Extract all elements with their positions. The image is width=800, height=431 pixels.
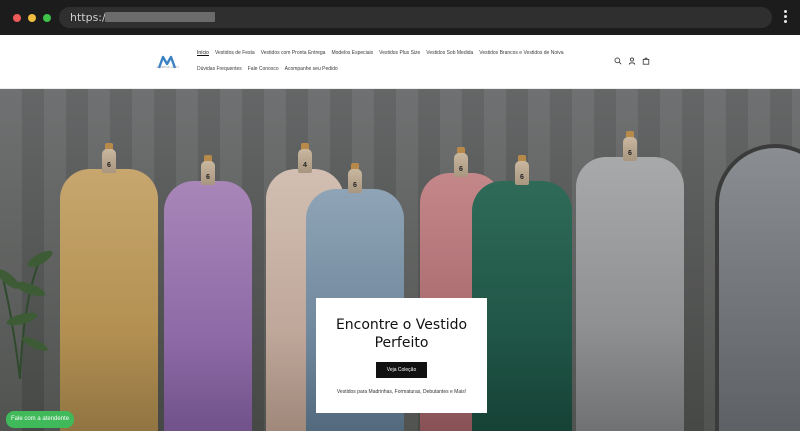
brand-logo-text: MONICA LUCY <box>156 65 180 69</box>
browser-chrome: https:// <box>0 0 800 35</box>
header-icons <box>614 57 650 65</box>
cart-icon[interactable] <box>642 57 650 65</box>
dress-gold[interactable]: 6 <box>60 143 158 431</box>
nav-item-inicio[interactable]: Início <box>194 48 212 58</box>
nav-item-modelos-especiais[interactable]: Modelos Especiais <box>328 48 376 58</box>
nav-item-acompanhe-pedido[interactable]: Acompanhe seu Pedido <box>282 64 341 74</box>
hero-subtitle: Vestidos para Madrinhas, Formaturas, Deb… <box>336 389 467 395</box>
nav-item-brancos-e-noiva[interactable]: Vestidos Brancos e Vestidos de Noiva <box>476 48 566 58</box>
dress-size-label: 6 <box>628 150 632 157</box>
dress-lilac[interactable]: 6 <box>164 155 252 431</box>
minimize-window-dot[interactable] <box>28 14 36 22</box>
nav-item-sob-medida[interactable]: Vestidos Sob Medida <box>423 48 476 58</box>
dress-emerald[interactable]: 6 <box>472 155 572 431</box>
maximize-window-dot[interactable] <box>43 14 51 22</box>
dress-size-label: 6 <box>459 166 463 173</box>
kebab-menu-icon[interactable] <box>783 10 789 26</box>
main-nav: Início Vestidos de Festa Vestidos com Pr… <box>194 48 574 80</box>
plant-decoration <box>0 250 53 379</box>
dress-size-label: 6 <box>107 162 111 169</box>
nav-item-pronta-entrega[interactable]: Vestidos com Pronta Entrega <box>258 48 329 58</box>
url-protocol: https:// <box>70 11 110 24</box>
close-window-dot[interactable] <box>13 14 21 22</box>
url-redacted <box>105 12 215 22</box>
mirror-decoration <box>715 144 800 431</box>
account-icon[interactable] <box>628 57 636 65</box>
chat-with-attendant-button[interactable]: Fale com a atendente <box>6 411 75 428</box>
nav-item-plus-size[interactable]: Vestidos Plus Size <box>376 48 423 58</box>
site-header: MONICA LUCY Início Vestidos de Festa Ves… <box>0 35 800 89</box>
dress-silver-grey[interactable]: 6 <box>576 131 684 431</box>
dress-size-label: 6 <box>520 174 524 181</box>
nav-item-duvidas[interactable]: Dúvidas Frequentes <box>194 64 245 74</box>
brand-logo-icon[interactable] <box>152 50 182 74</box>
view-collection-button[interactable]: Veja Coleção <box>375 362 428 378</box>
hero-card: Encontre o Vestido Perfeito Veja Coleção… <box>316 298 487 413</box>
dress-size-label: 4 <box>303 162 307 169</box>
nav-item-vestidos-de-festa[interactable]: Vestidos de Festa <box>212 48 258 58</box>
dress-size-label: 6 <box>353 182 357 189</box>
hero-title: Encontre o Vestido Perfeito <box>335 317 468 351</box>
nav-row-1: Início Vestidos de Festa Vestidos com Pr… <box>194 48 574 58</box>
nav-item-fale-conosco[interactable]: Fale Conosco <box>245 64 282 74</box>
dress-size-label: 6 <box>206 174 210 181</box>
nav-row-2: Dúvidas Frequentes Fale Conosco Acompanh… <box>194 64 574 74</box>
search-icon[interactable] <box>614 57 622 65</box>
